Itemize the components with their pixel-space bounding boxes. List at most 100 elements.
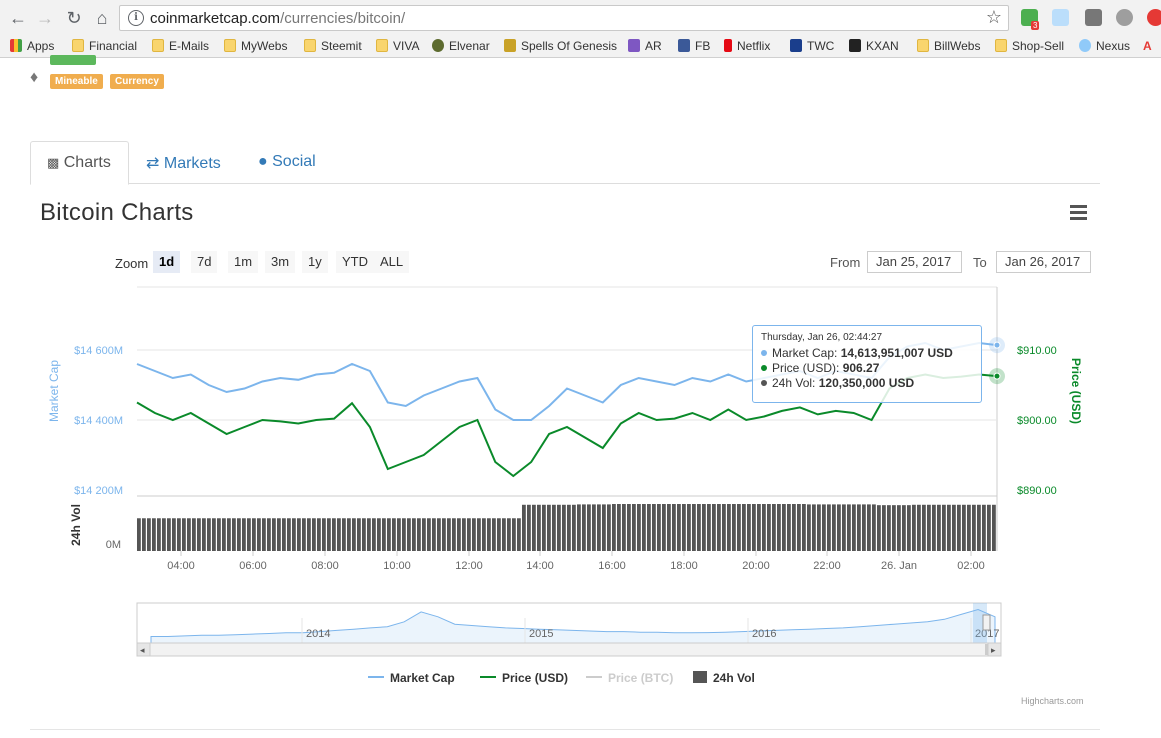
volume-bar (282, 518, 286, 551)
volume-bar (657, 504, 661, 551)
bookmark-netflix[interactable]: Netflix (724, 39, 770, 53)
address-bar[interactable]: i coinmarketcap.com/currencies/bitcoin/ … (119, 5, 1009, 31)
right-axis-tick: $910.00 (1017, 345, 1057, 357)
volume-bar (552, 504, 556, 551)
bookmark-kxan[interactable]: KXAN (849, 39, 899, 53)
volume-bar (142, 518, 146, 551)
bookmark-nexus[interactable]: Nexus (1079, 39, 1130, 53)
home-icon[interactable]: ⌂ (91, 7, 113, 29)
circle-extension-icon[interactable] (1116, 9, 1133, 26)
url-text[interactable]: coinmarketcap.com/currencies/bitcoin/ (150, 10, 405, 27)
back-icon[interactable]: ← (7, 7, 29, 29)
volume-bar (167, 518, 171, 551)
volume-bar (327, 518, 331, 551)
volume-bar (792, 504, 796, 551)
volume-bar (592, 504, 596, 551)
volume-bar (522, 504, 526, 551)
volume-bar (687, 504, 691, 551)
volume-bar (662, 504, 666, 551)
bookmark-apps[interactable]: Apps (10, 39, 54, 53)
volume-bar (642, 504, 646, 551)
docs-extension-icon[interactable] (1052, 9, 1069, 26)
bookmark-spells-of-genesis[interactable]: Spells Of Genesis (504, 39, 617, 53)
volume-bar (602, 504, 606, 551)
s-extension-icon[interactable] (1085, 9, 1102, 26)
play-extension-icon[interactable] (1147, 9, 1161, 26)
volume-bar (362, 518, 366, 551)
volume-bar (332, 518, 336, 551)
volume-bar (502, 518, 506, 551)
volume-bar (817, 504, 821, 551)
bookmark-emails[interactable]: E-Mails (152, 39, 209, 53)
bookmark-overflow-icon[interactable]: A (1143, 39, 1152, 53)
volume-bar (307, 518, 311, 551)
folder-icon (152, 39, 164, 52)
legend-market-cap[interactable]: Market Cap (368, 671, 455, 685)
navigator-handle[interactable] (982, 614, 991, 631)
volume-bar (622, 504, 626, 551)
right-axis-tick: $890.00 (1017, 485, 1057, 497)
navigator-scrollbar[interactable] (136, 642, 1002, 657)
volume-bar (702, 504, 706, 551)
legend-volume[interactable]: 24h Vol (693, 671, 755, 685)
bookmark-star-icon[interactable]: ☆ (986, 7, 1002, 28)
volume-bar (877, 505, 881, 551)
bookmark-ar[interactable]: AR (628, 39, 662, 53)
x-axis-tick: 06:00 (239, 560, 267, 572)
bookmark-mywebs[interactable]: MyWebs (224, 39, 287, 53)
bookmark-steemit[interactable]: Steemit (304, 39, 362, 53)
volume-bar (847, 504, 851, 551)
info-icon[interactable]: i (128, 10, 144, 26)
reload-icon[interactable]: ↻ (63, 7, 85, 29)
volume-bar (532, 504, 536, 551)
bookmark-shop-sell[interactable]: Shop-Sell (995, 39, 1064, 53)
bookmark-fb[interactable]: FB (678, 39, 710, 53)
volume-bar (867, 504, 871, 551)
legend-price-btc[interactable]: Price (BTC) (586, 671, 673, 685)
bookmark-elvenar[interactable]: Elvenar (432, 39, 490, 53)
volume-bar (732, 504, 736, 551)
folder-icon (376, 39, 388, 52)
facebook-icon (678, 39, 690, 52)
volume-bar (442, 518, 446, 551)
kxan-icon (849, 39, 861, 52)
legend-price-usd[interactable]: Price (USD) (480, 671, 568, 685)
volume-bar (247, 518, 251, 551)
volume-bar (312, 518, 316, 551)
navigator-tick: 2016 (752, 628, 776, 640)
volume-bar (667, 504, 671, 551)
volume-bar (597, 504, 601, 551)
volume-bar (557, 504, 561, 551)
volume-bar (427, 518, 431, 551)
volume-bar (162, 518, 166, 551)
bookmark-financial[interactable]: Financial (72, 39, 137, 53)
bookmark-billwebs[interactable]: BillWebs (917, 39, 980, 53)
volume-bar (382, 518, 386, 551)
volume-bar (232, 518, 236, 551)
volume-bar (467, 518, 471, 551)
volume-bar (972, 504, 976, 551)
volume-bar (237, 518, 241, 551)
twc-icon (790, 39, 802, 52)
highcharts-credit[interactable]: Highcharts.com (1021, 696, 1084, 706)
scroll-right-icon: ▸ (991, 645, 996, 655)
volume-bar (677, 504, 681, 551)
volume-bar (757, 504, 761, 551)
volume-bar (262, 518, 266, 551)
forward-icon[interactable]: → (34, 7, 56, 29)
volume-bar (737, 504, 741, 551)
volume-bar (202, 518, 206, 551)
volume-bar (917, 504, 921, 551)
volume-bar (632, 504, 636, 551)
volume-bar (787, 504, 791, 551)
bookmark-twc[interactable]: TWC (790, 39, 834, 53)
volume-bar (902, 505, 906, 551)
volume-bar (612, 504, 616, 551)
volume-bar (727, 504, 731, 551)
bookmark-viva[interactable]: VIVA (376, 39, 419, 53)
volume-bar (397, 518, 401, 551)
volume-bar (892, 505, 896, 551)
volume-bar (767, 504, 771, 551)
price-chart[interactable]: $14 200M $14 400M $14 600M $890.00 $900.00 $9… (0, 59, 1161, 669)
volume-bar (257, 518, 261, 551)
